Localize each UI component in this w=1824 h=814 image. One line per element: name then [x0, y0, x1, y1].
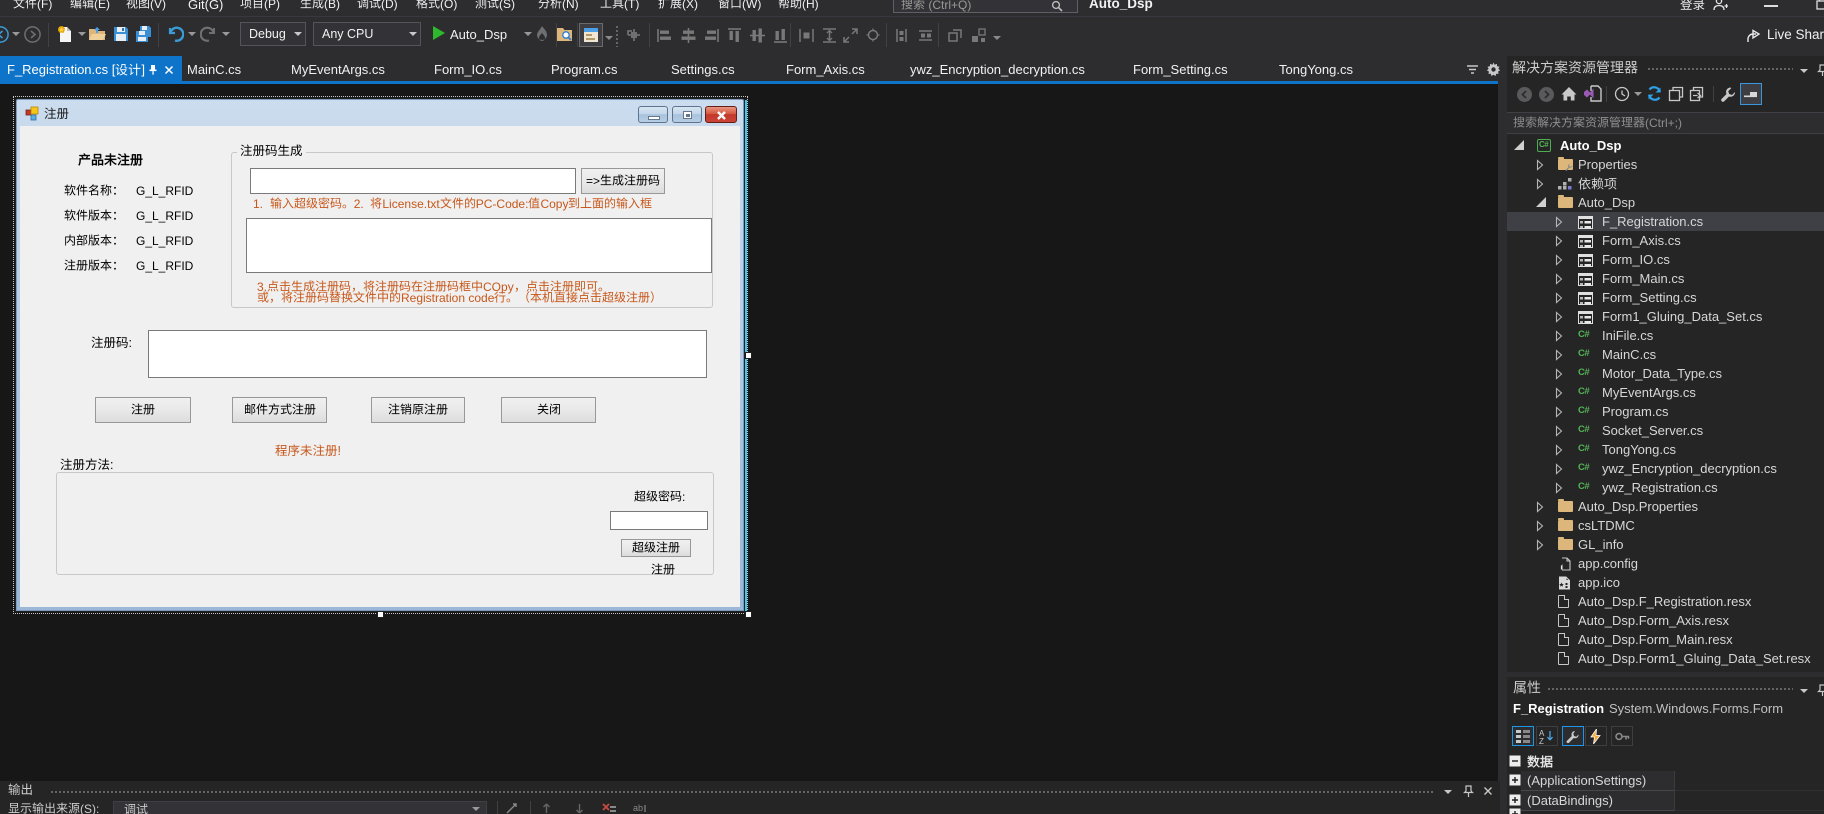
svg-text:ab: ab [633, 803, 643, 813]
svg-text:Z: Z [1539, 737, 1544, 744]
